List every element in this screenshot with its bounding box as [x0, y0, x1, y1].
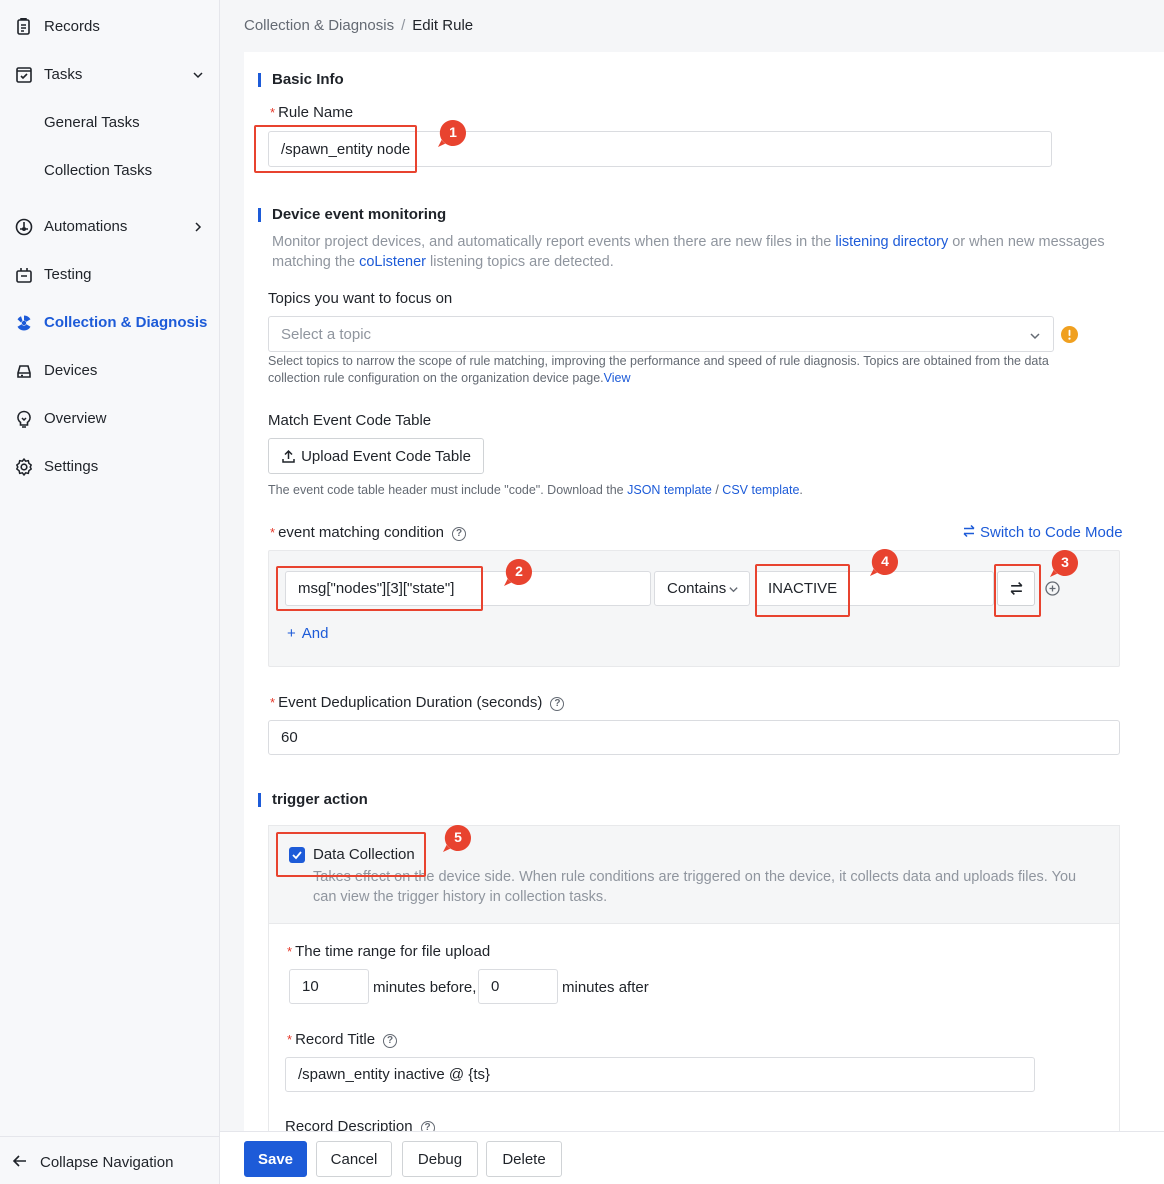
switch-code-mode-button[interactable]: Switch to Code Mode: [962, 524, 1123, 541]
topics-label: Topics you want to focus on: [268, 290, 453, 307]
save-button[interactable]: Save: [244, 1141, 307, 1177]
minutes-after-input[interactable]: 0: [478, 969, 558, 1004]
collapse-navigation-button[interactable]: Collapse Navigation: [0, 1136, 219, 1184]
minutes-before-input[interactable]: 10: [289, 969, 369, 1004]
upload-button-label: Upload Event Code Table: [301, 447, 471, 465]
sidebar-item-label: Tasks: [44, 66, 83, 83]
collapse-label: Collapse Navigation: [40, 1154, 174, 1171]
annotation-badge-4: 4: [870, 548, 900, 578]
csv-template-link[interactable]: CSV template: [722, 483, 799, 497]
chevron-right-icon: [195, 222, 202, 232]
breadcrumb: Collection & Diagnosis / Edit Rule: [244, 17, 473, 34]
sidebar-item-label: Collection Tasks: [44, 162, 153, 179]
sidebar-item-label: Testing: [44, 266, 92, 283]
operator-value: Contains: [667, 580, 727, 597]
record-title-label: * Record Title?: [287, 1031, 398, 1048]
topics-select[interactable]: Select a topic: [268, 316, 1054, 352]
chevron-down-icon: [729, 587, 738, 593]
overview-icon: [17, 410, 31, 428]
add-circle-icon[interactable]: [1045, 581, 1060, 596]
data-collection-label[interactable]: Data Collection: [313, 846, 415, 863]
swap-value-button[interactable]: [997, 571, 1035, 606]
sidebar-item-testing[interactable]: Testing: [0, 255, 219, 295]
rule-name-input[interactable]: /spawn_entity node: [268, 131, 1052, 167]
debug-button[interactable]: Debug: [402, 1141, 478, 1177]
tasks-icon: [16, 67, 32, 83]
annotation-badge-1: 1: [438, 119, 468, 149]
diagnosis-icon: [17, 315, 31, 331]
upload-event-code-button[interactable]: Upload Event Code Table: [268, 438, 484, 474]
condition-operator-select[interactable]: Contains: [654, 571, 750, 606]
edit-rule-form: Basic Info * Rule Name /spawn_entity node…: [244, 52, 1164, 1135]
sidebar-item-records[interactable]: Records: [0, 7, 219, 47]
section-title-basic-info: Basic Info: [258, 71, 344, 88]
condition-field-input[interactable]: msg["nodes"][3]["state"]: [285, 571, 651, 606]
arrow-left-icon: [12, 1155, 26, 1167]
chevron-down-icon: [1030, 333, 1040, 340]
form-footer: Save Cancel Debug Delete: [220, 1131, 1164, 1184]
sidebar-item-settings[interactable]: Settings: [0, 447, 219, 487]
add-and-condition-button[interactable]: + And: [287, 625, 328, 642]
condition-panel: [268, 550, 1120, 667]
event-code-help: The event code table header must include…: [268, 483, 803, 497]
delete-button[interactable]: Delete: [486, 1141, 562, 1177]
listening-directory-link[interactable]: listening directory: [835, 234, 948, 250]
check-icon: [292, 851, 302, 860]
sidebar-item-collection-tasks[interactable]: Collection Tasks: [0, 151, 219, 191]
swap-icon: [1010, 582, 1022, 595]
topics-help: Select topics to narrow the scope of rul…: [268, 354, 1049, 385]
json-template-link[interactable]: JSON template: [627, 483, 712, 497]
sidebar-item-general-tasks[interactable]: General Tasks: [0, 103, 219, 143]
sidebar-item-label: Devices: [44, 362, 98, 379]
minutes-before-text: minutes before,: [373, 979, 477, 996]
data-collection-checkbox[interactable]: [289, 847, 305, 863]
minutes-after-text: minutes after: [562, 979, 649, 996]
event-code-label: Match Event Code Table: [268, 412, 432, 429]
sidebar-item-collection-diagnosis[interactable]: Collection & Diagnosis: [0, 303, 219, 343]
sidebar-item-overview[interactable]: Overview: [0, 399, 219, 439]
sidebar: Records Tasks General Tasks Collection T…: [0, 0, 220, 1184]
rule-name-label: * Rule Name: [270, 104, 354, 121]
sidebar-item-label: Overview: [44, 410, 107, 427]
chevron-down-icon: [193, 72, 203, 79]
annotation-badge-3: 3: [1050, 549, 1080, 579]
dedup-label: * Event Deduplication Duration (seconds)?: [270, 694, 565, 711]
testing-icon: [16, 268, 32, 283]
sidebar-item-label: Records: [44, 18, 100, 35]
sidebar-item-label: Collection & Diagnosis: [44, 314, 208, 331]
condition-label: * event matching condition?: [270, 524, 466, 541]
sidebar-item-automations[interactable]: Automations: [0, 207, 219, 247]
sidebar-item-label: General Tasks: [44, 114, 140, 131]
sidebar-item-label: Settings: [44, 458, 99, 475]
record-title-input[interactable]: /spawn_entity inactive @ {ts}: [285, 1057, 1035, 1092]
section-title-trigger: trigger action: [258, 791, 368, 808]
records-icon: [17, 18, 30, 35]
colistener-link[interactable]: coListener: [359, 254, 426, 270]
topics-placeholder: Select a topic: [281, 325, 372, 343]
warning-icon[interactable]: [1061, 326, 1078, 343]
help-icon[interactable]: ?: [452, 527, 466, 541]
breadcrumb-current: Edit Rule: [412, 17, 474, 34]
breadcrumb-parent[interactable]: Collection & Diagnosis: [244, 17, 394, 34]
cancel-button[interactable]: Cancel: [316, 1141, 392, 1177]
swap-icon: [963, 524, 975, 538]
devices-icon: [17, 365, 31, 378]
time-range-label: * The time range for file upload: [287, 943, 491, 960]
section-title-monitoring: Device event monitoring: [258, 206, 446, 223]
upload-icon: [282, 449, 295, 463]
help-icon[interactable]: ?: [383, 1034, 398, 1048]
sidebar-item-devices[interactable]: Devices: [0, 351, 219, 391]
sidebar-item-tasks[interactable]: Tasks: [0, 55, 219, 95]
topics-view-link[interactable]: View: [604, 371, 631, 385]
breadcrumb-separator: /: [401, 17, 406, 34]
gear-icon: [16, 458, 32, 476]
dedup-duration-input[interactable]: 60: [268, 720, 1120, 755]
help-icon[interactable]: ?: [550, 697, 565, 711]
monitoring-description: Monitor project devices, and automatical…: [272, 234, 1105, 270]
annotation-badge-5: 5: [443, 824, 473, 854]
automations-icon: [15, 218, 33, 236]
sidebar-item-label: Automations: [44, 218, 128, 235]
annotation-badge-2: 2: [504, 558, 534, 588]
data-collection-description: Takes effect on the device side. When ru…: [313, 869, 1077, 905]
